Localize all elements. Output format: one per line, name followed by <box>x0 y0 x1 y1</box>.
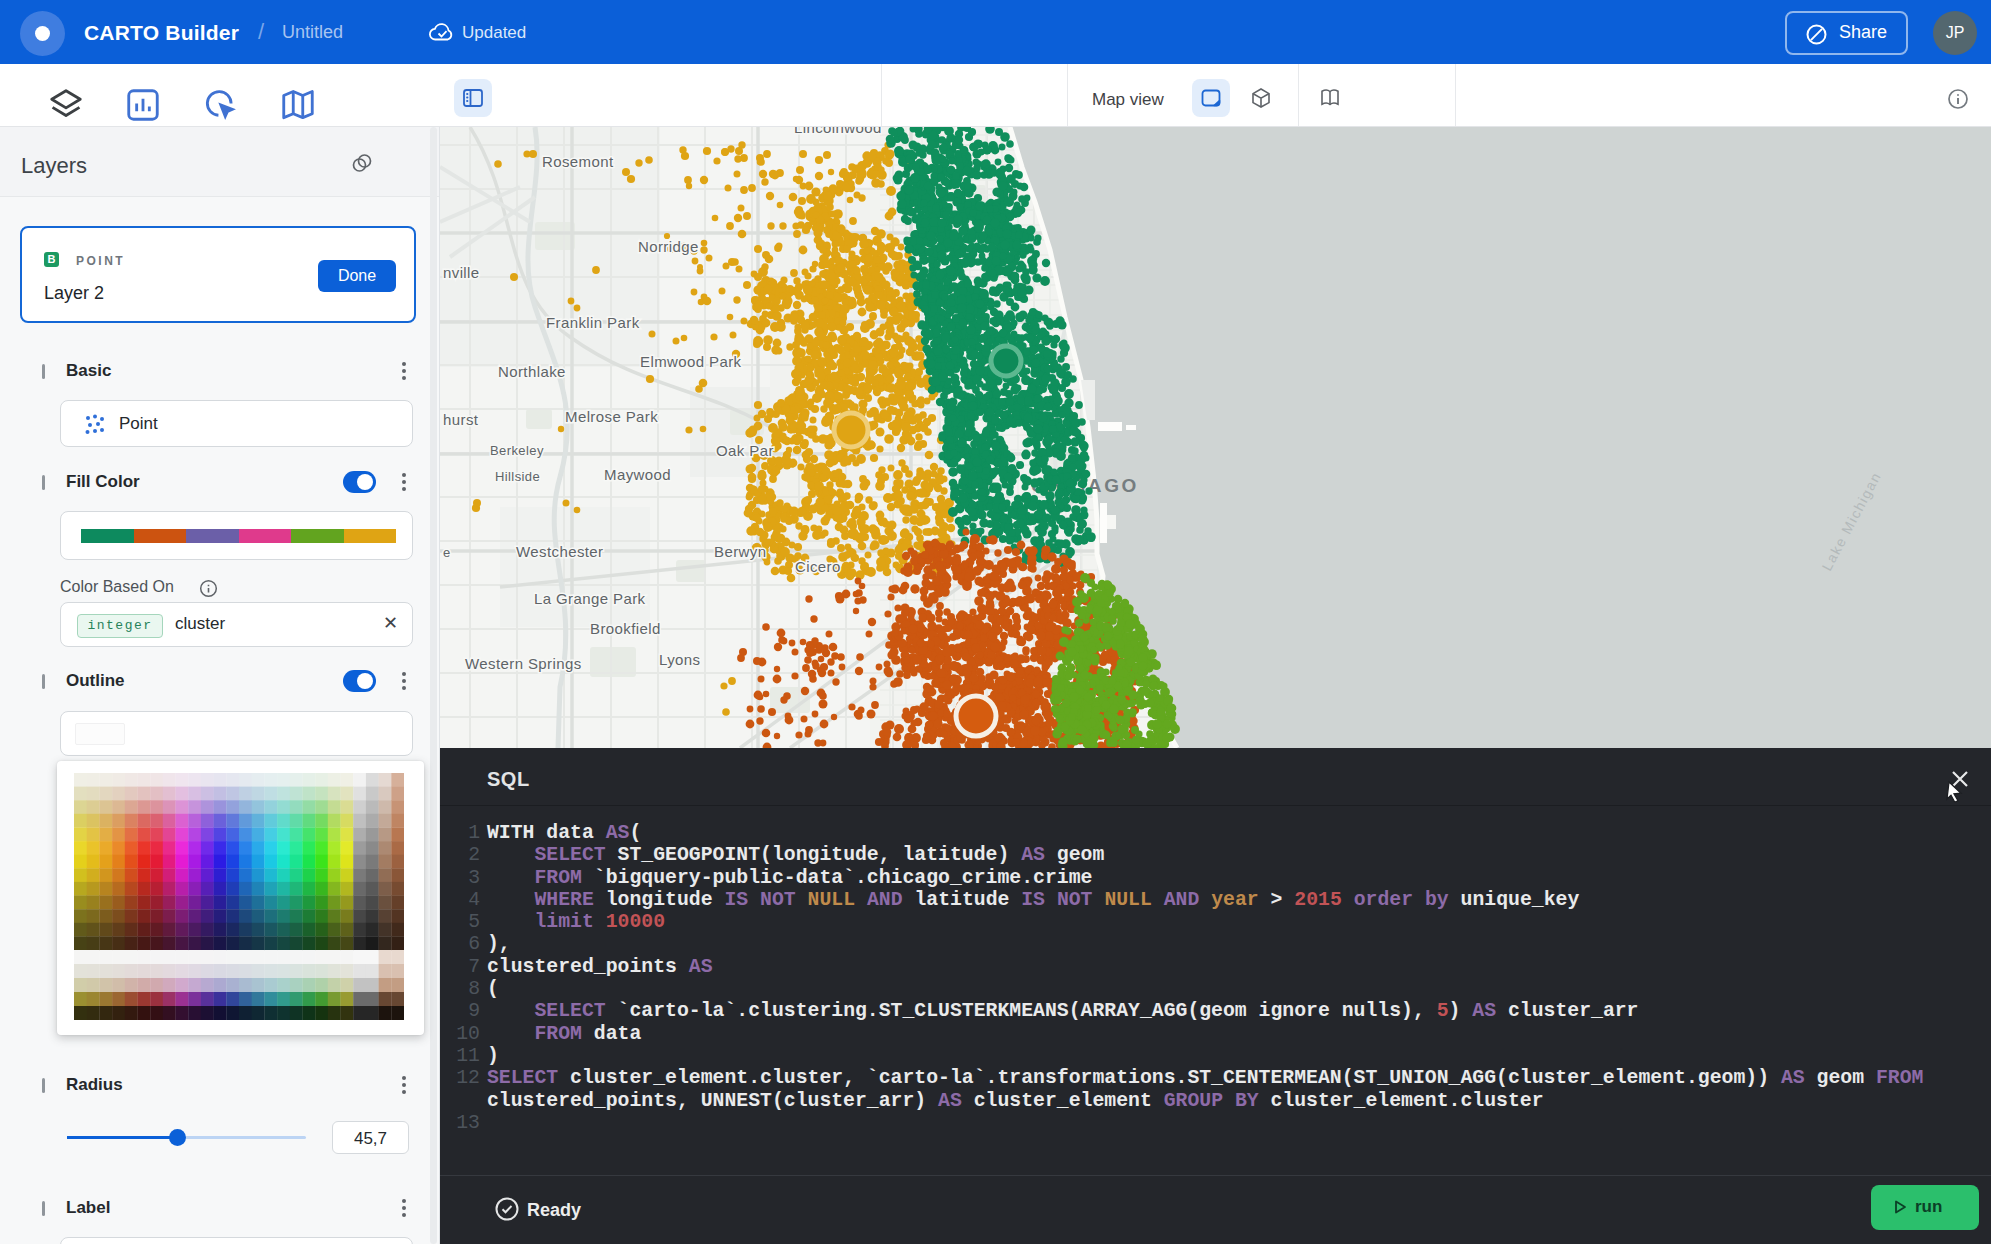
svg-text:Norridge: Norridge <box>638 238 699 255</box>
svg-text:Oak Par: Oak Par <box>716 442 774 459</box>
svg-text:Melrose Park: Melrose Park <box>565 408 658 425</box>
svg-text:Western Springs: Western Springs <box>465 655 582 672</box>
svg-text:Franklin Park: Franklin Park <box>546 314 640 331</box>
svg-text:Berwyn: Berwyn <box>714 543 766 560</box>
svg-text:Elmwood Park: Elmwood Park <box>640 353 742 370</box>
svg-text:hurst: hurst <box>443 411 479 428</box>
svg-text:Northlake: Northlake <box>498 363 566 380</box>
svg-text:Lyons: Lyons <box>659 651 700 668</box>
svg-text:Hillside: Hillside <box>495 469 540 484</box>
svg-text:nville: nville <box>443 264 480 281</box>
svg-text:Westchester: Westchester <box>516 543 604 560</box>
svg-text:Berkeley: Berkeley <box>490 443 544 458</box>
svg-text:Lincolnwood: Lincolnwood <box>794 127 882 136</box>
svg-text:Brookfield: Brookfield <box>590 620 661 637</box>
svg-text:Maywood: Maywood <box>604 466 671 483</box>
svg-text:Rosemont: Rosemont <box>542 153 614 170</box>
svg-text:Cicero: Cicero <box>795 558 841 575</box>
svg-text:La Grange Park: La Grange Park <box>534 590 646 607</box>
svg-text:e: e <box>443 545 451 560</box>
